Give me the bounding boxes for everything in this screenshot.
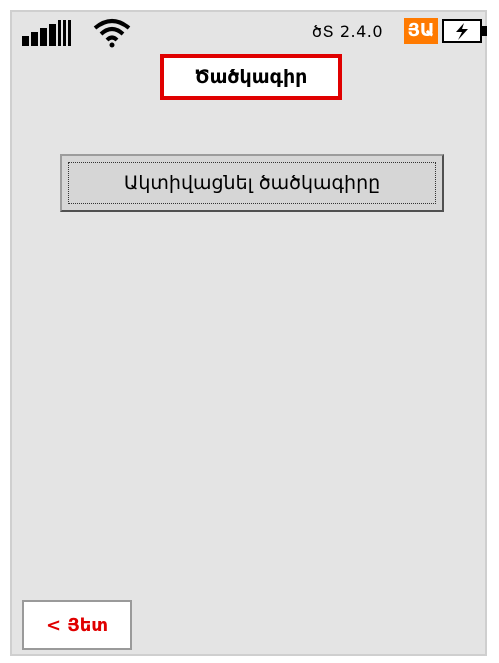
activate-passcode-label: Ակտիվացնել ծածկագիրը bbox=[123, 172, 381, 194]
page-title: Ծածկագիր bbox=[194, 66, 308, 88]
activate-passcode-button[interactable]: Ակտիվացնել ծածկագիրը bbox=[60, 154, 444, 212]
back-button-label: < Յետ bbox=[45, 614, 109, 636]
battery-charging-icon bbox=[442, 19, 487, 43]
wifi-icon bbox=[93, 19, 131, 48]
language-badge: ՅԱ bbox=[404, 18, 438, 44]
back-button[interactable]: < Յետ bbox=[22, 600, 132, 650]
signal-bars-icon bbox=[22, 20, 71, 46]
device-screen: ծՏ 2.4.0 ՅԱ Ծածկագիր Ակտիվացնել ծածկագիր… bbox=[10, 10, 487, 656]
status-bar: ծՏ 2.4.0 ՅԱ bbox=[12, 12, 487, 52]
page-title-box: Ծածկագիր bbox=[160, 54, 342, 100]
os-version-label: ծՏ 2.4.0 bbox=[312, 22, 384, 41]
